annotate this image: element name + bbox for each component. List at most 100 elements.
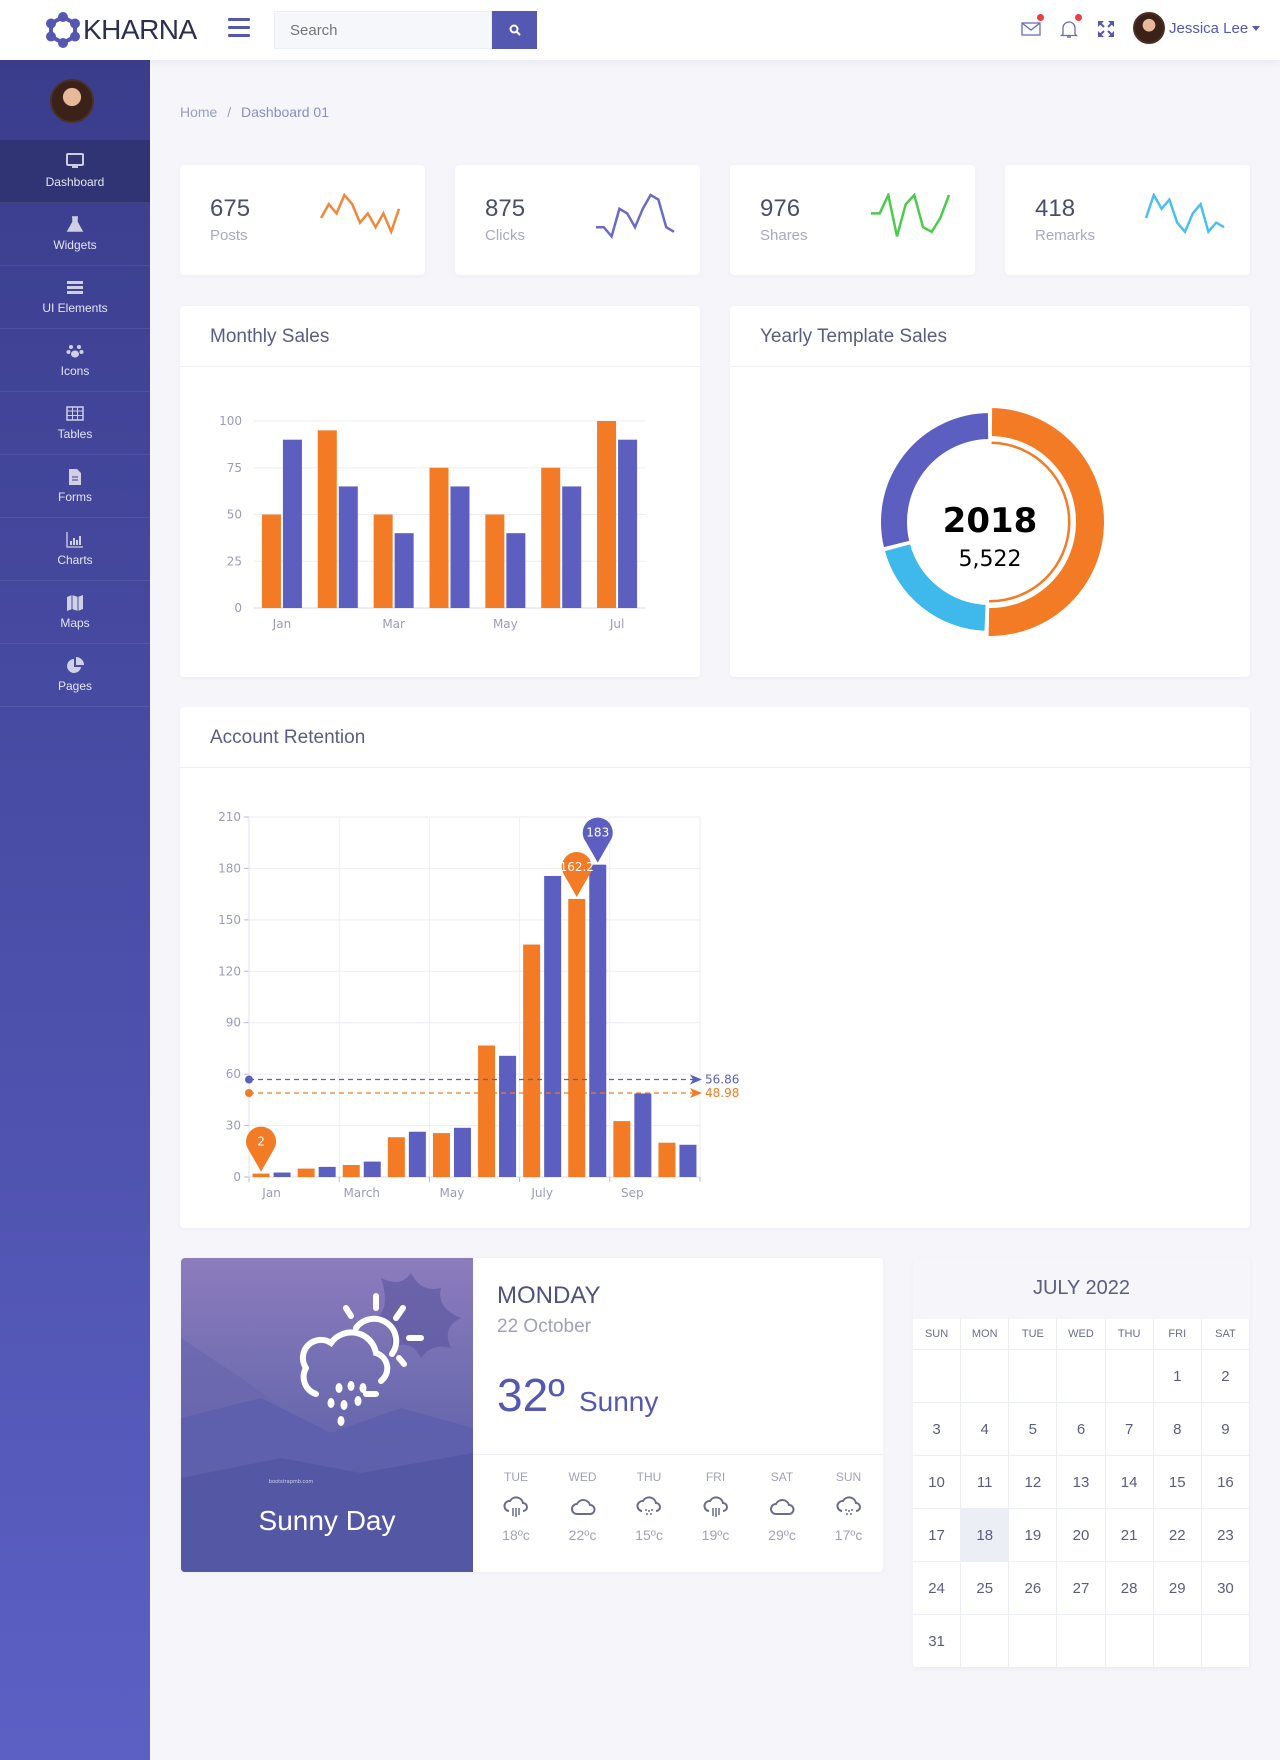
calendar-day[interactable]: 15 [1153,1456,1202,1509]
bar[interactable] [338,486,358,608]
calendar-day[interactable]: 23 [1201,1509,1250,1562]
bar[interactable] [562,486,582,608]
calendar-day[interactable]: 28 [1105,1562,1154,1615]
weather-date: 22 October [497,1316,591,1337]
bar[interactable] [679,1144,697,1177]
sidebar-item-pages[interactable]: Pages [0,644,150,707]
sidebar-item-dashboard[interactable]: Dashboard [0,140,150,203]
calendar-day[interactable]: 22 [1153,1509,1202,1562]
bar[interactable] [597,421,617,608]
bar[interactable] [432,1133,450,1177]
breadcrumb-home[interactable]: Home [180,104,217,120]
calendar-day[interactable]: 30 [1201,1562,1250,1615]
calendar-day[interactable]: 20 [1057,1509,1106,1562]
bar[interactable] [408,1131,426,1177]
bar[interactable] [478,1045,496,1177]
bar[interactable] [506,533,526,608]
sparkline-line [320,193,400,236]
calendar-day[interactable]: 11 [961,1456,1010,1509]
notifications-button[interactable] [1058,14,1082,40]
calendar-day[interactable]: 6 [1057,1403,1106,1456]
bar[interactable] [373,514,393,609]
logo[interactable]: KHARNA [45,12,197,48]
stat-card-remarks: 418 Remarks [1005,165,1250,275]
bar[interactable] [282,439,302,608]
calendar-day[interactable]: 10 [913,1456,962,1509]
bar[interactable] [523,944,541,1177]
bar[interactable] [252,1173,270,1177]
bar[interactable] [450,486,470,608]
calendar-day[interactable]: 7 [1105,1403,1154,1456]
calendar-empty-cell [913,1350,962,1403]
calendar-day[interactable]: 13 [1057,1456,1106,1509]
sidebar-item-widgets[interactable]: Widgets [0,203,150,266]
bar[interactable] [658,1142,676,1177]
calendar-day[interactable]: 9 [1201,1403,1250,1456]
calendar-day[interactable]: 29 [1153,1562,1202,1615]
mail-button[interactable] [1020,14,1044,40]
weekday-header: SAT [1201,1319,1250,1350]
bar[interactable] [618,439,638,608]
bar[interactable] [541,467,561,608]
mark-point-pin [561,851,592,897]
calendar-empty-cell [1201,1615,1250,1668]
calendar-day[interactable]: 1 [1153,1350,1202,1403]
x-tick-label: July [530,1186,553,1200]
sidebar-item-forms[interactable]: Forms [0,455,150,518]
monitor-icon [66,153,84,168]
calendar-day[interactable]: 24 [913,1562,962,1615]
calendar-day[interactable]: 4 [961,1403,1010,1456]
bar[interactable] [499,1055,517,1177]
sidebar-item-tables[interactable]: Tables [0,392,150,455]
calendar-day[interactable]: 18 [961,1509,1010,1562]
sidebar-item-charts[interactable]: Charts [0,518,150,581]
bar[interactable] [485,514,505,609]
bar[interactable] [261,514,281,609]
calendar-day[interactable]: 21 [1105,1509,1154,1562]
calendar-day[interactable]: 16 [1201,1456,1250,1509]
calendar-day[interactable]: 26 [1009,1562,1058,1615]
sidebar-item-ui-elements[interactable]: UI Elements [0,266,150,329]
bar[interactable] [342,1165,360,1177]
bar[interactable] [568,898,586,1177]
bar[interactable] [453,1127,471,1177]
menu-toggle-button[interactable] [228,18,250,42]
sidebar: Dashboard Widgets UI Elements Icons Tables Fo… [0,60,150,1760]
mark-point-label: 162.2 [560,860,594,874]
bar[interactable] [544,875,562,1177]
calendar-day[interactable]: 2 [1201,1350,1250,1403]
forecast-day-name: FRI [705,1470,726,1484]
calendar-empty-cell [961,1350,1010,1403]
bar[interactable] [634,1093,652,1177]
bar[interactable] [363,1161,381,1177]
bar[interactable] [387,1137,405,1177]
bar[interactable] [317,430,337,608]
calendar-day[interactable]: 5 [1009,1403,1058,1456]
sidebar-item-icons[interactable]: Icons [0,329,150,392]
bar[interactable] [429,467,449,608]
sidebar-item-maps[interactable]: Maps [0,581,150,644]
mark-point-pin [582,817,613,863]
bar[interactable] [589,864,607,1177]
bar[interactable] [273,1172,291,1177]
calendar-day[interactable]: 8 [1153,1403,1202,1456]
search-button[interactable] [492,11,537,49]
search-input[interactable] [274,11,492,49]
calendar-day[interactable]: 31 [913,1615,962,1668]
bar[interactable] [318,1166,336,1177]
calendar-day[interactable]: 17 [913,1509,962,1562]
bar[interactable] [297,1168,315,1177]
bar[interactable] [394,533,414,608]
fullscreen-button[interactable] [1095,18,1117,40]
calendar-day[interactable]: 19 [1009,1509,1058,1562]
calendar-day[interactable]: 25 [961,1562,1010,1615]
bar[interactable] [613,1121,631,1177]
user-menu[interactable]: Jessica Lee [1133,12,1261,44]
calendar-grid: SUN MON TUE WED THU FRI SAT 1 2 3 4 5 6 7 8 9 10 11 12 13 14… [913,1319,1250,1668]
calendar-day[interactable]: 27 [1057,1562,1106,1615]
forecast-day-name: WED [568,1470,597,1484]
calendar-day[interactable]: 12 [1009,1456,1058,1509]
y-tick-label: 210 [218,810,241,824]
calendar-day[interactable]: 14 [1105,1456,1154,1509]
calendar-day[interactable]: 3 [913,1403,962,1456]
